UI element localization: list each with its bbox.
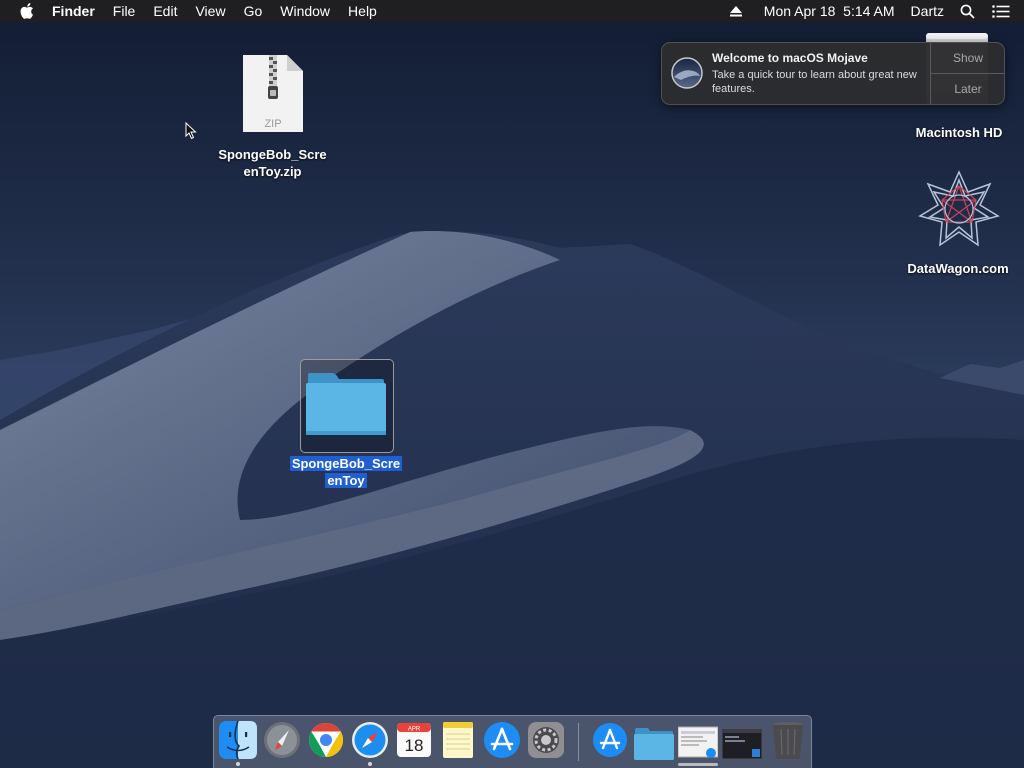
mouse-pointer-icon: [185, 122, 197, 140]
dock-app-store-icon[interactable]: [482, 720, 522, 760]
menu-user[interactable]: Dartz: [911, 3, 944, 19]
dock-notes-icon[interactable]: [438, 720, 478, 760]
dock-applications-stack-icon[interactable]: [590, 720, 630, 760]
notification-later-button[interactable]: Later: [931, 74, 1005, 104]
mojave-dune-wallpaper: [0, 0, 1024, 768]
dock-running-indicator: [368, 762, 372, 766]
dock-running-indicator: [236, 762, 240, 766]
notification-body: Take a quick tour to learn about great n…: [712, 69, 917, 95]
menu-window[interactable]: Window: [280, 3, 330, 19]
zip-badge-text: ZIP: [264, 118, 281, 130]
zip-file-label-line1: SpongeBob_Scre: [218, 147, 327, 162]
zip-file-icon: ZIP: [243, 55, 303, 132]
dock-active-indicator: [678, 763, 718, 766]
dock-window-thumbnail-icon[interactable]: [722, 724, 762, 764]
desktop[interactable]: Finder File Edit View Go Window Help Mon…: [0, 0, 1024, 768]
dock-system-preferences-icon[interactable]: [526, 720, 566, 760]
dock-launchpad-icon[interactable]: [262, 720, 302, 760]
menu-go[interactable]: Go: [244, 3, 263, 19]
menu-help[interactable]: Help: [348, 3, 377, 19]
spotlight-search-icon[interactable]: [960, 4, 975, 19]
datawagon-star-icon: [918, 170, 1000, 247]
menu-file[interactable]: File: [113, 3, 136, 19]
folder-label-line2: enToy: [325, 473, 367, 488]
dock-safari-icon[interactable]: [350, 720, 390, 760]
menu-edit[interactable]: Edit: [153, 3, 177, 19]
dock-trash-icon[interactable]: [768, 720, 808, 760]
menu-datetime[interactable]: Mon Apr 18 5:14 AM: [764, 3, 895, 19]
calendar-day-text: 18: [405, 736, 424, 755]
macos-mojave-app-icon: [671, 57, 703, 89]
dock-downloads-folder-icon[interactable]: [634, 724, 674, 764]
notification-buttons: Show Later: [930, 43, 1005, 104]
notification-show-button[interactable]: Show: [931, 43, 1005, 74]
zip-file-label-line2: enToy.zip: [243, 164, 302, 179]
dock-screenshot-thumbnail-icon[interactable]: [678, 722, 718, 762]
menu-bar: Finder File Edit View Go Window Help Mon…: [0, 0, 1024, 22]
folder-icon: [306, 373, 386, 435]
apple-logo-icon: [20, 3, 33, 19]
zip-file-label: SpongeBob_Scre enToy.zip: [210, 146, 335, 180]
macintosh-hd-label: Macintosh HD: [915, 125, 1003, 140]
folder-label: SpongeBob_Scre enToy: [287, 455, 405, 489]
notification-banner[interactable]: Welcome to macOS Mojave Take a quick tou…: [661, 42, 1005, 105]
menu-view[interactable]: View: [195, 3, 225, 19]
notification-title: Welcome to macOS Mojave: [712, 51, 868, 65]
apple-menu[interactable]: [20, 3, 34, 19]
datawagon-label: DataWagon.com: [907, 261, 1009, 276]
calendar-month-text: APR: [408, 727, 421, 733]
dock-calendar-icon[interactable]: APR 18: [394, 720, 434, 760]
notification-center-icon[interactable]: [992, 4, 1010, 18]
dock-chrome-icon[interactable]: [306, 720, 346, 760]
dock-separator: [578, 723, 579, 761]
menu-app-finder[interactable]: Finder: [52, 3, 95, 19]
eject-icon[interactable]: [729, 5, 742, 17]
folder-label-line1: SpongeBob_Scre: [289, 456, 403, 471]
dock-finder-icon[interactable]: [218, 720, 258, 760]
